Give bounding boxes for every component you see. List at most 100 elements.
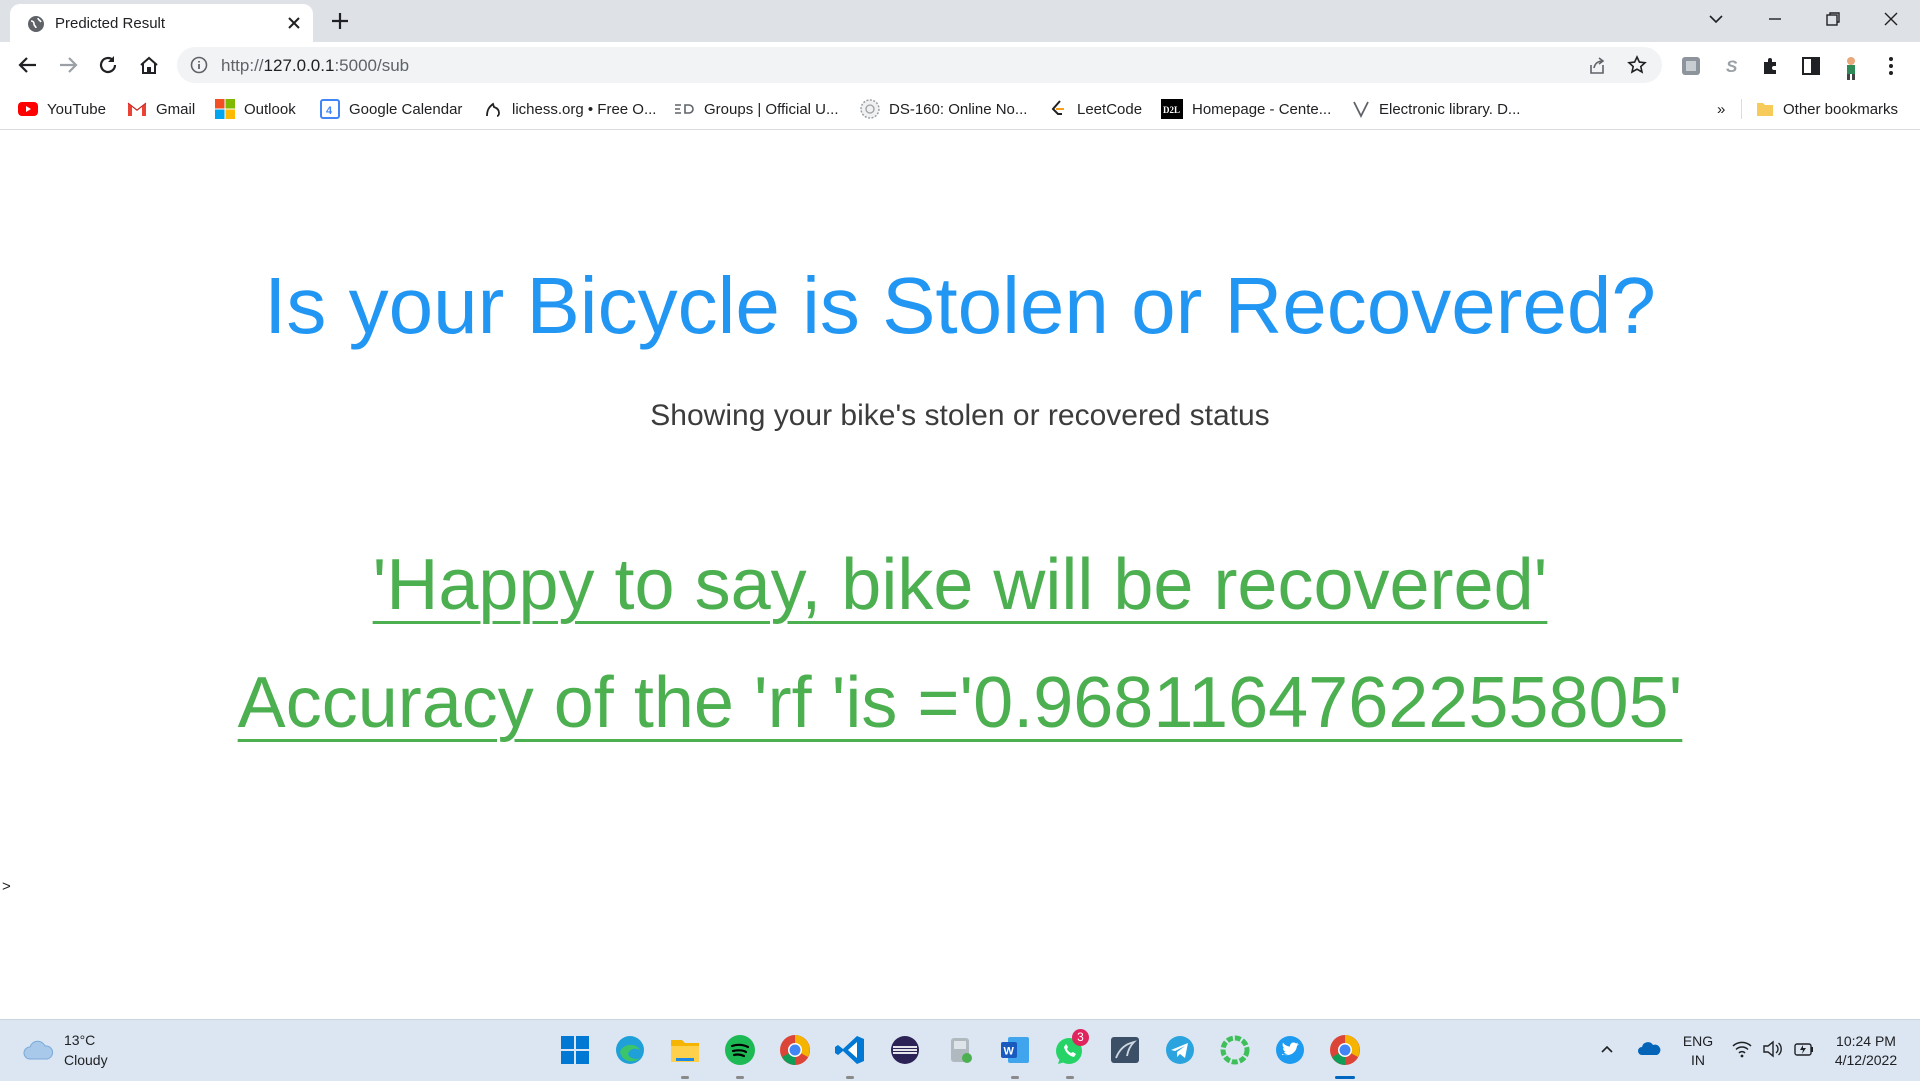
battery-icon[interactable] xyxy=(1793,1040,1815,1058)
language-code: ENG xyxy=(1682,1033,1714,1049)
taskbar-chrome-active[interactable] xyxy=(1327,1032,1363,1079)
extension-app-icon[interactable] xyxy=(1680,55,1702,77)
back-arrow-icon[interactable] xyxy=(17,54,39,76)
taskbar-telegram[interactable] xyxy=(1162,1032,1198,1068)
bookmarks-bar: YouTube Gmail Outlook 4 Google Calendar … xyxy=(0,89,1920,130)
bookmark-label: DS-160: Online No... xyxy=(889,100,1028,118)
clock-date: 4/12/2022 xyxy=(1834,1052,1898,1068)
windows-start-icon xyxy=(557,1032,593,1068)
calendar-icon: 4 xyxy=(320,99,340,119)
bookmark-label: LeetCode xyxy=(1077,100,1143,118)
spotify-icon xyxy=(722,1032,758,1068)
bookmark-leetcode[interactable]: LeetCode xyxy=(1048,97,1142,121)
menu-dots-icon[interactable] xyxy=(1880,55,1902,77)
gmail-icon xyxy=(127,101,147,117)
bookmark-homepage[interactable]: D2L Homepage - Cente... xyxy=(1161,97,1331,121)
running-indicator xyxy=(736,1076,744,1079)
taskbar-vscode[interactable] xyxy=(832,1032,868,1079)
taskbar-disk-app[interactable] xyxy=(942,1032,978,1068)
home-icon[interactable] xyxy=(138,54,160,76)
bookmark-label: lichess.org • Free O... xyxy=(512,100,657,118)
groups-icon xyxy=(673,103,695,115)
taskbar-whatsapp[interactable]: 3 xyxy=(1052,1029,1089,1079)
site-info-icon[interactable] xyxy=(190,56,208,74)
cloud-icon xyxy=(22,1038,54,1062)
profile-avatar-icon[interactable] xyxy=(1840,55,1862,81)
taskbar-twitter[interactable] xyxy=(1272,1032,1308,1068)
bookmark-google-calendar[interactable]: 4 Google Calendar xyxy=(320,97,462,121)
side-panel-icon[interactable] xyxy=(1800,55,1822,77)
word-icon: W xyxy=(997,1032,1033,1068)
bookmark-label: Google Calendar xyxy=(349,100,463,118)
other-bookmarks-folder[interactable]: Other bookmarks xyxy=(1756,97,1898,121)
taskbar-spotify[interactable] xyxy=(722,1032,758,1079)
windows-taskbar: 13°C Cloudy W 3 ENG IN 10:24 PM 4/12/202… xyxy=(0,1019,1920,1081)
taskbar-circle-app[interactable] xyxy=(1217,1032,1253,1068)
library-icon xyxy=(1352,100,1370,118)
bookmarks-divider xyxy=(1741,99,1742,119)
browser-tab[interactable]: Predicted Result xyxy=(10,4,313,42)
taskbar-chrome[interactable] xyxy=(777,1032,813,1068)
running-indicator xyxy=(681,1076,689,1079)
chrome-icon xyxy=(777,1032,813,1068)
tray-overflow-chevron-icon[interactable] xyxy=(1599,1041,1615,1057)
taskbar-sql-app[interactable] xyxy=(1107,1032,1143,1068)
prediction-result-text: 'Happy to say, bike will be recovered' xyxy=(372,545,1548,625)
running-indicator xyxy=(1011,1076,1019,1079)
region-code: IN xyxy=(1691,1052,1705,1068)
overflow-chevron-icon: » xyxy=(1717,100,1726,118)
running-indicator xyxy=(1066,1076,1074,1079)
tab-title: Predicted Result xyxy=(55,15,166,32)
disk-app-icon xyxy=(942,1032,978,1068)
bookmark-outlook[interactable]: Outlook xyxy=(215,97,296,121)
bookmark-label: Homepage - Cente... xyxy=(1192,100,1332,118)
circle-app-icon xyxy=(1217,1032,1253,1068)
page-heading: Is your Bicycle is Stolen or Recovered? xyxy=(264,261,1656,350)
bookmark-gmail[interactable]: Gmail xyxy=(127,97,195,121)
taskbar-file-explorer[interactable] xyxy=(667,1032,703,1079)
bookmark-youtube[interactable]: YouTube xyxy=(18,97,106,121)
taskbar-edge[interactable] xyxy=(612,1032,648,1068)
chrome-icon xyxy=(1327,1032,1363,1068)
minimize-icon[interactable] xyxy=(1766,10,1784,28)
bookmark-groups[interactable]: Groups | Official U... xyxy=(673,97,839,121)
wifi-icon[interactable] xyxy=(1732,1040,1752,1058)
address-bar[interactable]: http://127.0.0.1:5000/sub xyxy=(177,47,1662,83)
new-tab-icon[interactable] xyxy=(330,11,350,31)
bookmarks-overflow-button[interactable]: » xyxy=(1717,97,1725,121)
bookmark-label: Electronic library. D... xyxy=(1379,100,1521,118)
taskbar-eclipse[interactable] xyxy=(887,1032,923,1068)
system-clock[interactable]: 10:24 PM 4/12/2022 xyxy=(1826,1032,1906,1070)
bookmark-ds160[interactable]: DS-160: Online No... xyxy=(860,97,1027,121)
bookmark-electronic-library[interactable]: Electronic library. D... xyxy=(1352,97,1520,121)
language-indicator[interactable]: ENG IN xyxy=(1680,1032,1716,1070)
restore-icon[interactable] xyxy=(1824,10,1842,28)
puzzle-extensions-icon[interactable] xyxy=(1760,55,1782,77)
volume-icon[interactable] xyxy=(1762,1040,1782,1058)
svg-text:S: S xyxy=(1726,57,1738,76)
bookmark-label: YouTube xyxy=(47,100,106,118)
window-close-icon[interactable] xyxy=(1882,10,1900,28)
svg-text:4: 4 xyxy=(326,105,333,117)
lichess-icon xyxy=(483,99,503,119)
tab-close-icon[interactable] xyxy=(286,15,302,31)
telegram-icon xyxy=(1162,1032,1198,1068)
forward-arrow-icon[interactable] xyxy=(57,54,79,76)
active-window-indicator xyxy=(1335,1076,1355,1079)
page-subheading: Showing your bike's stolen or recovered … xyxy=(650,399,1270,432)
onedrive-icon[interactable] xyxy=(1637,1039,1661,1057)
reload-icon[interactable] xyxy=(97,54,119,76)
weather-widget[interactable]: 13°C Cloudy xyxy=(22,1030,108,1070)
bookmark-star-icon[interactable] xyxy=(1627,55,1647,75)
s-extension-icon[interactable]: S xyxy=(1720,55,1742,77)
whatsapp-badge: 3 xyxy=(1072,1029,1089,1046)
taskbar-word[interactable]: W xyxy=(997,1032,1033,1079)
start-button[interactable] xyxy=(557,1032,593,1068)
accuracy-result: Accuracy of the 'rf 'is ='0.968116476225… xyxy=(0,658,1920,748)
bookmark-lichess[interactable]: lichess.org • Free O... xyxy=(483,97,656,121)
url-text[interactable]: http://127.0.0.1:5000/sub xyxy=(221,56,409,76)
share-icon[interactable] xyxy=(1587,56,1607,76)
page-content: Is your Bicycle is Stolen or Recovered? … xyxy=(0,130,1920,1019)
vscode-icon xyxy=(832,1032,868,1068)
tab-search-icon[interactable] xyxy=(1707,10,1725,28)
